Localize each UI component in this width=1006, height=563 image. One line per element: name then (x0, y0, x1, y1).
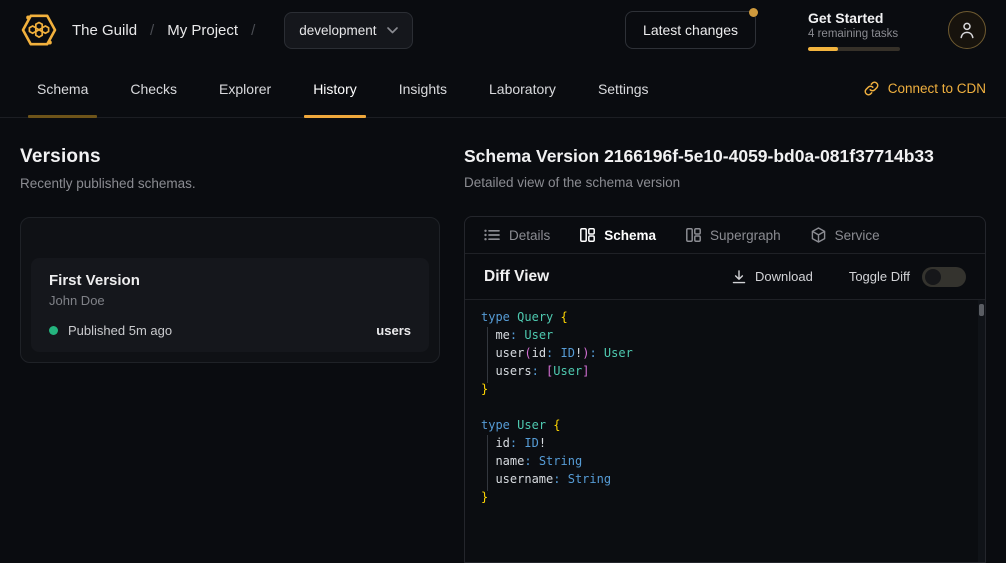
tab-supergraph[interactable]: Supergraph (686, 228, 781, 243)
list-icon (484, 229, 500, 241)
tab-underline (304, 115, 366, 118)
tab-underline (28, 115, 97, 118)
versions-card: First Version John Doe Published 5m ago … (20, 217, 440, 363)
breadcrumb-org[interactable]: The Guild (72, 22, 137, 39)
breadcrumb-project[interactable]: My Project (167, 22, 238, 39)
tab-underline (390, 115, 456, 118)
tab-schema[interactable]: Schema (580, 228, 656, 243)
tab-underline (589, 115, 658, 118)
latest-changes-button[interactable]: Latest changes (625, 11, 756, 49)
target-selector-dropdown[interactable]: development (284, 12, 412, 49)
target-selector-value: development (299, 23, 376, 38)
indent-guide (487, 435, 488, 491)
breadcrumb-separator: / (251, 22, 255, 39)
user-avatar[interactable] (948, 11, 986, 49)
version-author: John Doe (49, 293, 411, 308)
get-started-progress-bar (808, 47, 900, 51)
version-meta-row: Published 5m ago users (49, 323, 411, 338)
chevron-down-icon (387, 27, 398, 34)
versions-section: Versions Recently published schemas. Fir… (20, 146, 440, 563)
get-started-widget[interactable]: Get Started 4 remaining tasks (808, 10, 900, 51)
schema-version-section: Schema Version 2166196f-5e10-4059-bd0a-0… (464, 146, 986, 563)
toggle-diff-switch[interactable] (922, 267, 966, 287)
connect-to-cdn-link[interactable]: Connect to CDN (864, 60, 986, 117)
tab-details[interactable]: Details (484, 228, 550, 243)
diff-view-title: Diff View (484, 268, 549, 286)
connect-to-cdn-label: Connect to CDN (888, 81, 986, 96)
diff-actions: Download Toggle Diff (732, 267, 966, 287)
latest-changes-label: Latest changes (643, 22, 738, 38)
code-scrollbar-thumb[interactable] (979, 304, 984, 316)
version-status: Published 5m ago (68, 323, 172, 338)
schema-code-viewer[interactable]: type Query { me: User user(id: ID!): Use… (465, 300, 985, 562)
top-bar: The Guild / My Project / development Lat… (0, 0, 1006, 60)
version-name: First Version (49, 272, 411, 289)
tab-underline (121, 115, 186, 118)
nav-tab-history[interactable]: History (296, 60, 374, 117)
version-service-badge: users (376, 323, 411, 338)
versions-title: Versions (20, 146, 440, 168)
published-status-dot (49, 326, 58, 335)
schema-code: type Query { me: User user(id: ID!): Use… (481, 308, 969, 506)
toggle-knob (925, 269, 941, 285)
get-started-progress-fill (808, 47, 838, 51)
download-icon (732, 270, 746, 284)
main-nav: Schema Checks Explorer History Insights … (0, 60, 1006, 118)
get-started-title: Get Started (808, 10, 900, 26)
breadcrumb-separator: / (150, 22, 154, 39)
detail-tabs: Details Schema Supergr (465, 217, 985, 254)
nav-tab-checks[interactable]: Checks (113, 60, 194, 117)
nav-tab-schema[interactable]: Schema (20, 60, 105, 117)
schema-detail-panel: Details Schema Supergr (464, 216, 986, 563)
nav-tab-laboratory[interactable]: Laboratory (472, 60, 573, 117)
download-label: Download (755, 269, 813, 284)
nav-tab-explorer[interactable]: Explorer (202, 60, 288, 117)
diff-view-header: Diff View Download Toggle Diff (465, 254, 985, 300)
get-started-subtitle: 4 remaining tasks (808, 28, 900, 40)
schema-version-subtitle: Detailed view of the schema version (464, 175, 986, 190)
code-scrollbar-track (978, 300, 985, 562)
schema-version-title: Schema Version 2166196f-5e10-4059-bd0a-0… (464, 146, 986, 167)
indent-guide (487, 327, 488, 383)
person-icon (959, 22, 975, 39)
cube-icon (811, 227, 826, 243)
download-button[interactable]: Download (732, 269, 813, 284)
nav-tab-insights[interactable]: Insights (382, 60, 464, 117)
link-icon (864, 81, 879, 96)
notification-dot (749, 8, 758, 17)
main-content: Versions Recently published schemas. Fir… (0, 118, 1006, 563)
columns-icon (686, 228, 701, 242)
columns-icon (580, 228, 595, 242)
tab-service[interactable]: Service (811, 227, 880, 243)
tab-underline (210, 115, 280, 118)
toggle-diff-label: Toggle Diff (849, 269, 910, 284)
version-list-item[interactable]: First Version John Doe Published 5m ago … (31, 258, 429, 352)
nav-tabs: Schema Checks Explorer History Insights … (20, 60, 666, 117)
tab-underline (480, 115, 565, 118)
versions-subtitle: Recently published schemas. (20, 176, 440, 191)
nav-tab-settings[interactable]: Settings (581, 60, 666, 117)
hive-logo-icon[interactable] (20, 11, 58, 49)
